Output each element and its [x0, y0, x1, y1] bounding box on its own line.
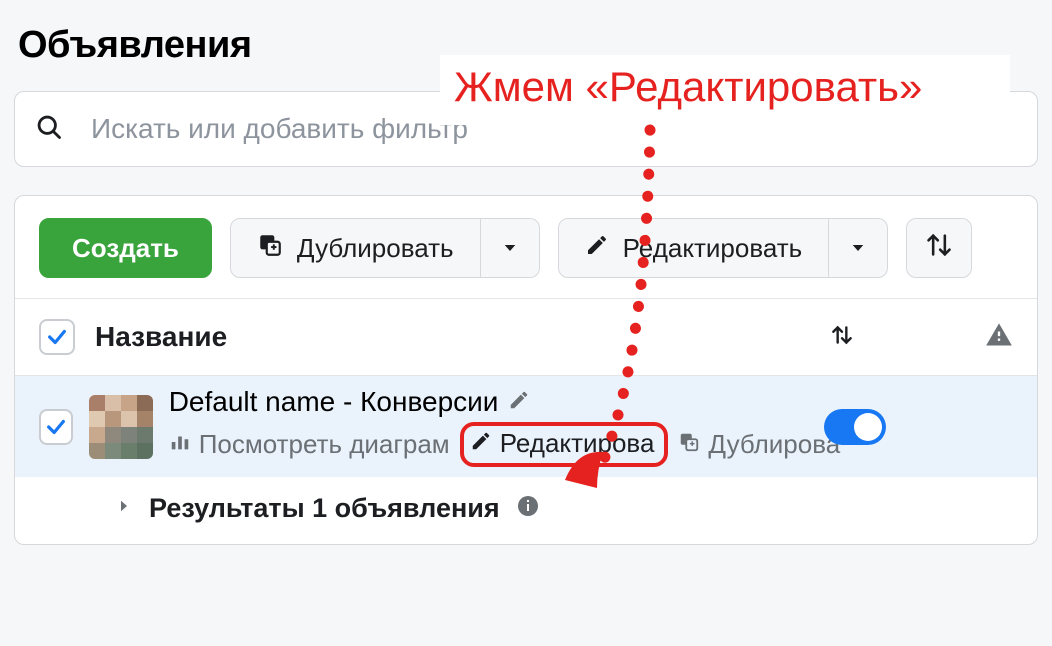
row-title: Default name - Конверсии — [169, 386, 499, 418]
ad-thumbnail — [89, 395, 153, 459]
duplicate-button[interactable]: Дублировать — [230, 218, 481, 278]
row-edit-action[interactable]: Редактирова — [460, 422, 669, 467]
pencil-icon — [470, 428, 492, 459]
create-button-label: Создать — [72, 233, 179, 264]
toolbar: Создать Дублировать — [15, 196, 1037, 299]
row-content: Default name - Конверсии Посмотреть диаг… — [169, 386, 792, 467]
duplicate-icon — [257, 232, 283, 265]
search-icon — [35, 113, 63, 146]
chevron-right-icon — [115, 497, 133, 520]
ads-panel: Создать Дублировать — [14, 195, 1038, 545]
results-summary[interactable]: Результаты 1 объявления — [15, 477, 1037, 544]
row-edit-label: Редактирова — [500, 428, 655, 459]
edit-button-label: Редактировать — [623, 233, 803, 264]
pencil-icon — [585, 233, 609, 264]
view-chart-action[interactable]: Посмотреть диаграм — [169, 429, 450, 460]
edit-button[interactable]: Редактировать — [558, 218, 830, 278]
duplicate-button-group: Дублировать — [230, 218, 540, 278]
edit-button-group: Редактировать — [558, 218, 889, 278]
ab-test-icon — [925, 231, 953, 266]
duplicate-dropdown[interactable] — [481, 218, 540, 278]
create-button[interactable]: Создать — [39, 218, 212, 278]
row-checkbox[interactable] — [39, 409, 73, 445]
chevron-down-icon — [501, 233, 519, 264]
warning-icon — [985, 321, 1013, 354]
table-header: Название — [15, 299, 1037, 376]
table-row[interactable]: Default name - Конверсии Посмотреть диаг… — [15, 376, 1037, 477]
edit-dropdown[interactable] — [829, 218, 888, 278]
chevron-down-icon — [849, 233, 867, 264]
column-header-name[interactable]: Название — [95, 321, 227, 353]
ab-test-button[interactable] — [906, 218, 972, 278]
duplicate-button-label: Дублировать — [297, 233, 454, 264]
select-all-checkbox[interactable] — [39, 319, 75, 355]
row-duplicate-label: Дублирова — [708, 429, 840, 460]
bars-icon — [169, 429, 191, 460]
duplicate-icon — [678, 429, 700, 460]
row-toggle[interactable] — [824, 409, 886, 445]
info-icon[interactable] — [516, 494, 540, 523]
annotation-callout: Жмем «Редактировать» — [440, 55, 1010, 125]
sort-icon[interactable] — [829, 322, 855, 353]
results-label: Результаты 1 объявления — [149, 493, 500, 524]
view-chart-label: Посмотреть диаграм — [199, 429, 450, 460]
pencil-icon[interactable] — [508, 389, 530, 416]
row-duplicate-action[interactable]: Дублирова — [678, 429, 840, 460]
